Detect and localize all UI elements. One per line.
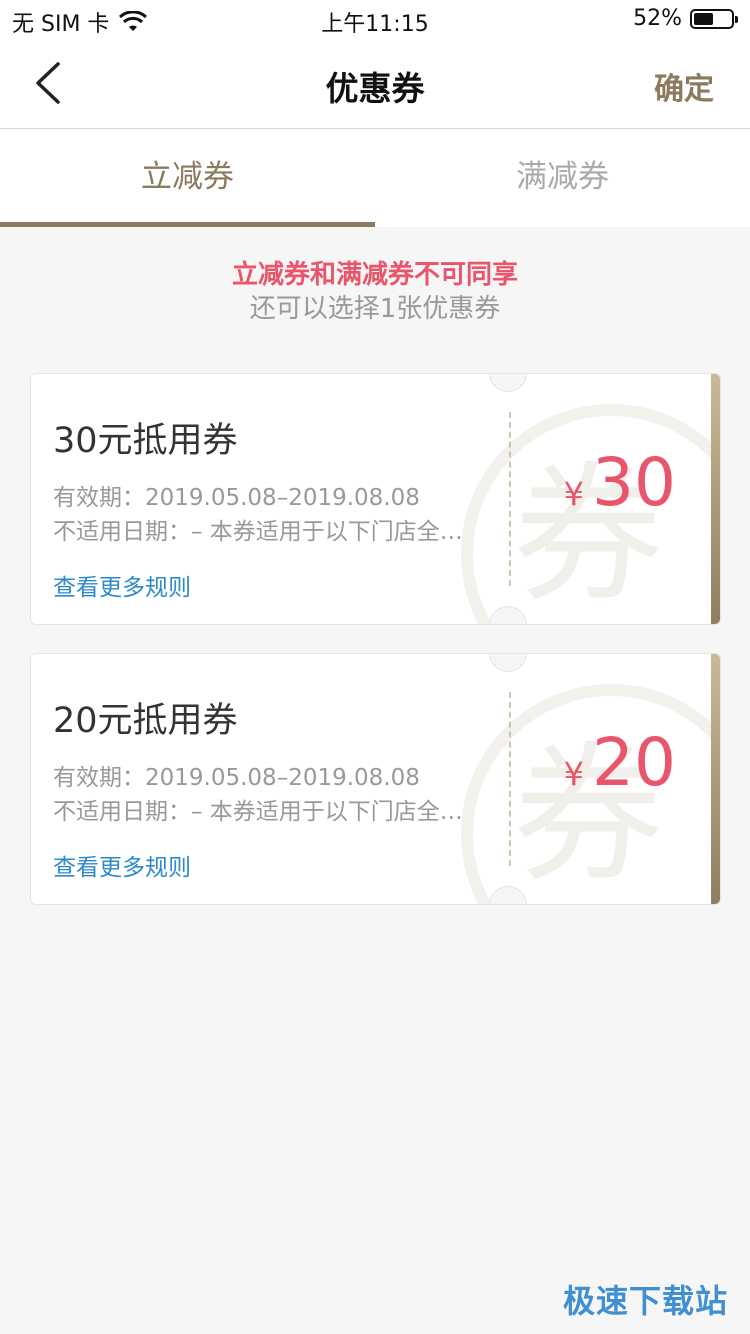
- battery-fill: [694, 12, 713, 25]
- more-rules-link[interactable]: 查看更多规则: [53, 568, 191, 602]
- confirm-button[interactable]: 确定: [654, 64, 714, 108]
- page-title: 优惠券: [325, 69, 425, 108]
- coupon-edge: [711, 374, 720, 624]
- currency-symbol: ¥: [563, 475, 585, 513]
- coupon-card[interactable]: 券 30元抵用券 有效期：2019.05.08–2019.08.08 不适用日期…: [30, 373, 721, 625]
- coupon-validity: 有效期：2019.05.08–2019.08.08: [53, 485, 420, 511]
- coupon-divider: [509, 412, 511, 586]
- coupon-excluded-dates: 不适用日期：– 本券适用于以下门店全…: [53, 519, 463, 545]
- coupon-divider: [509, 692, 511, 866]
- battery-icon: [690, 8, 738, 29]
- coupon-type-tabs: 立减券 满减券: [0, 129, 750, 227]
- more-rules-link[interactable]: 查看更多规则: [53, 848, 191, 882]
- exclusive-warning: 立减券和满减券不可同享: [231, 260, 518, 290]
- coupon-amount: 20: [592, 724, 676, 801]
- coupon-card[interactable]: 券 20元抵用券 有效期：2019.05.08–2019.08.08 不适用日期…: [30, 653, 721, 905]
- selection-notice: 立减券和满减券不可同享 还可以选择1张优惠券: [0, 258, 750, 326]
- coupon-validity: 有效期：2019.05.08–2019.08.08: [53, 765, 420, 791]
- nav-bar: 优惠券 确定: [0, 40, 750, 129]
- coupon-edge: [711, 654, 720, 904]
- coupon-amount: 30: [592, 444, 676, 521]
- remaining-hint: 还可以选择1张优惠券: [249, 294, 501, 324]
- currency-symbol: ¥: [563, 755, 585, 793]
- status-bar: 无 SIM 卡 上午11:15 52%: [0, 0, 750, 40]
- active-tab-indicator: [0, 222, 375, 227]
- tab-instant-discount[interactable]: 立减券: [0, 129, 375, 227]
- coupon-value: ¥ 20: [564, 724, 676, 801]
- tab-threshold-discount[interactable]: 满减券: [375, 129, 750, 227]
- coupon-notch: [489, 654, 527, 672]
- coupon-value: ¥ 30: [564, 444, 676, 521]
- coupon-name: 20元抵用券: [53, 701, 238, 741]
- coupon-name: 30元抵用券: [53, 421, 238, 461]
- site-watermark: 极速下载站: [562, 1282, 728, 1320]
- battery-percent: 52%: [633, 6, 682, 31]
- coupon-excluded-dates: 不适用日期：– 本券适用于以下门店全…: [53, 799, 463, 825]
- coupon-notch: [489, 374, 527, 392]
